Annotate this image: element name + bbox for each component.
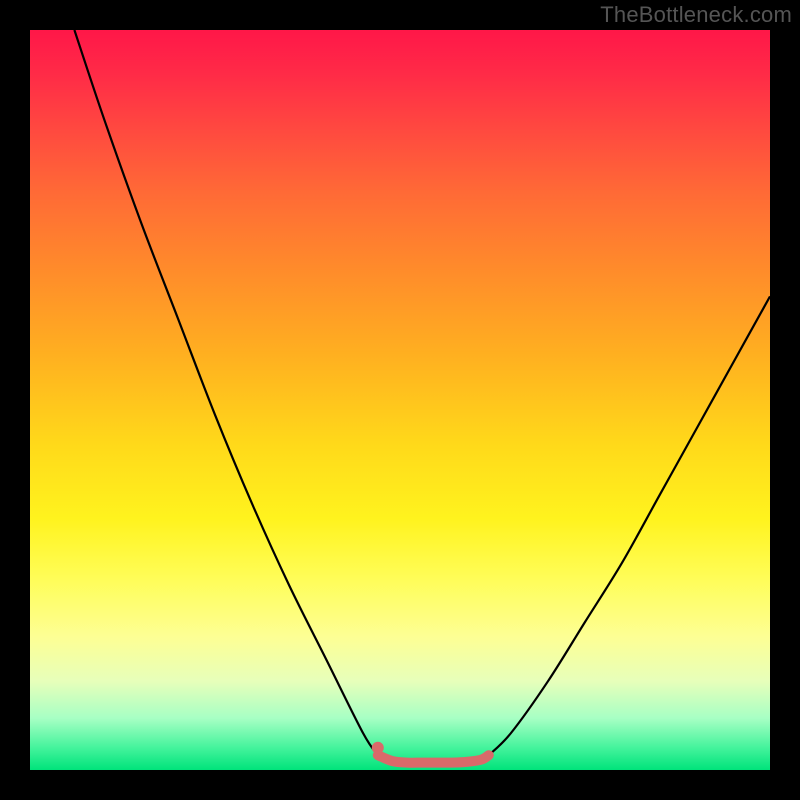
marker-dot: [372, 742, 384, 754]
chart-lines-svg: [30, 30, 770, 770]
curve-group: [74, 30, 770, 755]
bottleneck-curve: [489, 296, 770, 755]
bottleneck-curve: [74, 30, 377, 755]
marker-group: [372, 742, 489, 763]
watermark-label: TheBottleneck.com: [600, 2, 792, 28]
chart-frame: TheBottleneck.com: [0, 0, 800, 800]
optimal-range-marker: [378, 755, 489, 763]
plot-area: [30, 30, 770, 770]
